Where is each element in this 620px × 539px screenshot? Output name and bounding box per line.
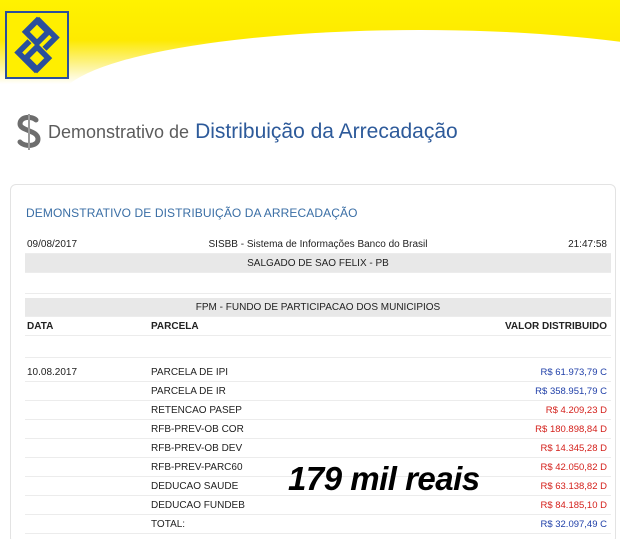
site-header bbox=[0, 0, 620, 84]
total-label: TOTAL: bbox=[151, 519, 186, 530]
valor-amount: R$ 61.973,79 C bbox=[540, 367, 607, 378]
header-fade bbox=[0, 40, 620, 84]
parcela-label: RFB-PREV-OB COR bbox=[151, 424, 244, 435]
entry-date: 10.08.2017 bbox=[27, 367, 78, 378]
parcela-label: RFB-PREV-OB DEV bbox=[151, 443, 243, 454]
parcela-label: DEDUCAO FUNDEB bbox=[151, 500, 245, 511]
report-title: DEMONSTRATIVO DE DISTRIBUIÇÃO DA ARRECAD… bbox=[26, 206, 358, 220]
parcela-label: RETENCAO PASEP bbox=[151, 405, 242, 416]
parcela-label: PARCELA DE IPI bbox=[151, 367, 229, 378]
parcela-label: DEDUCAO SAUDE bbox=[151, 481, 239, 492]
parcela-label: RFB-PREV-PARC60 bbox=[151, 462, 243, 473]
table-header-row: DATA PARCELA VALOR DISTRIBUIDO bbox=[25, 317, 611, 336]
fund-row: FPM - FUNDO DE PARTICIPACAO DOS MUNICIPI… bbox=[25, 298, 611, 317]
column-header-parcela: PARCELA bbox=[151, 321, 199, 332]
municipality-row: SALGADO DE SAO FELIX - PB bbox=[25, 254, 611, 273]
valor-amount: R$ 14.345,28 D bbox=[540, 443, 607, 454]
municipality-name: SALGADO DE SAO FELIX - PB bbox=[247, 258, 389, 269]
logo-mark-icon bbox=[14, 16, 60, 74]
column-header-data: DATA bbox=[27, 321, 54, 332]
title-prefix: Demonstrativo de bbox=[48, 121, 190, 142]
valor-amount: R$ 42.050,82 D bbox=[540, 462, 607, 473]
valor-amount: R$ 4.209,23 D bbox=[545, 405, 607, 416]
table-row: 10.08.2017 PARCELA DE IPI R$ 61.973,79 C bbox=[25, 363, 611, 382]
valor-amount: R$ 84.185,10 D bbox=[540, 500, 607, 511]
fund-name: FPM - FUNDO DE PARTICIPACAO DOS MUNICIPI… bbox=[195, 302, 441, 313]
valor-amount: R$ 180.898,84 D bbox=[535, 424, 607, 435]
total-amount: R$ 32.097,49 C bbox=[540, 519, 607, 530]
valor-amount: R$ 358.951,79 C bbox=[535, 386, 607, 397]
spacer-row bbox=[25, 275, 611, 294]
page-title: Demonstrativo de Distribuição da Arrecad… bbox=[14, 112, 458, 152]
overlay-caption: 179 mil reais bbox=[288, 460, 480, 497]
column-header-valor: VALOR DISTRIBUIDO bbox=[504, 321, 607, 332]
title-main: Distribuição da Arrecadação bbox=[195, 120, 458, 143]
system-name: SISBB - Sistema de Informações Banco do … bbox=[208, 239, 428, 250]
info-row: 09/08/2017 SISBB - Sistema de Informaçõe… bbox=[25, 235, 611, 254]
table-row: RFB-PREV-OB COR R$ 180.898,84 D bbox=[25, 420, 611, 439]
spacer-row bbox=[25, 339, 611, 358]
total-row: TOTAL: R$ 32.097,49 C bbox=[25, 515, 611, 534]
parcela-label: PARCELA DE IR bbox=[151, 386, 226, 397]
dollar-s-icon bbox=[17, 114, 41, 150]
table-row: DEDUCAO FUNDEB R$ 84.185,10 D bbox=[25, 496, 611, 515]
table-row: RETENCAO PASEP R$ 4.209,23 D bbox=[25, 401, 611, 420]
valor-amount: R$ 63.138,82 D bbox=[540, 481, 607, 492]
table-row: RFB-PREV-OB DEV R$ 14.345,28 D bbox=[25, 439, 611, 458]
report-time: 21:47:58 bbox=[568, 239, 607, 250]
banco-do-brasil-logo[interactable] bbox=[5, 11, 69, 79]
table-row: PARCELA DE IR R$ 358.951,79 C bbox=[25, 382, 611, 401]
